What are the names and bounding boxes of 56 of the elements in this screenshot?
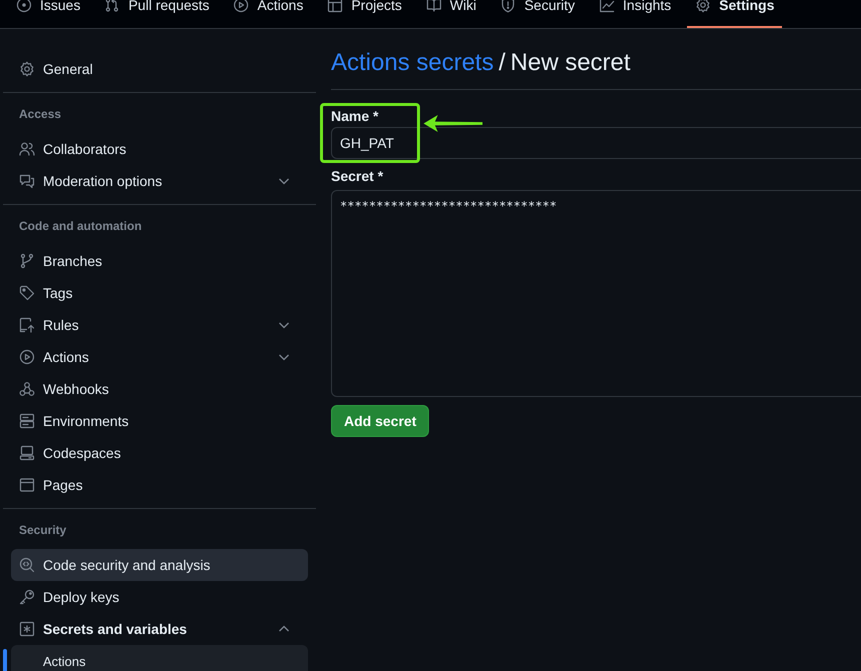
- nav-tab[interactable]: Insights: [590, 0, 680, 28]
- server-icon: [19, 413, 35, 429]
- key-icon: [19, 589, 35, 605]
- rules-icon: [19, 317, 35, 333]
- browser-icon: [19, 477, 35, 493]
- section-heading: Access: [18, 106, 62, 123]
- people-icon: [19, 141, 35, 157]
- nav-tab[interactable]: Wiki: [418, 0, 484, 28]
- gear-icon: [19, 61, 35, 77]
- sidebar-item[interactable]: Collaborators: [11, 133, 308, 165]
- sidebar-item[interactable]: Actions: [11, 341, 308, 373]
- section-heading: Security: [18, 522, 68, 539]
- table-icon: [327, 0, 344, 13]
- breadcrumb-link[interactable]: Actions secrets: [331, 45, 494, 81]
- sidebar-item[interactable]: Deploy keys: [11, 581, 308, 613]
- nav-tab[interactable]: Security: [492, 0, 583, 28]
- nav-tab[interactable]: Issues: [8, 0, 88, 28]
- comment-icon: [19, 173, 35, 189]
- sidebar-item[interactable]: Branches: [11, 245, 308, 277]
- codespaces-icon: [19, 445, 35, 461]
- sidebar-item[interactable]: Pages: [11, 469, 308, 501]
- section-heading: Code and automation: [18, 218, 143, 235]
- secret-field[interactable]: ******************************: [331, 190, 861, 397]
- page-title: New secret: [510, 48, 630, 78]
- shield-icon: [500, 0, 516, 13]
- sidebar-item[interactable]: Tags: [11, 277, 308, 309]
- sidebar-item[interactable]: General: [11, 53, 308, 85]
- nav-tab[interactable]: Projects: [319, 0, 410, 28]
- graph-icon: [598, 0, 615, 13]
- sidebar-item[interactable]: Code security and analysis: [11, 549, 308, 581]
- asterisk-icon: [19, 621, 35, 637]
- branch-icon: [19, 253, 35, 269]
- field-label: Name *: [331, 108, 378, 124]
- nav-tab[interactable]: Actions: [225, 0, 312, 28]
- nav-tab[interactable]: Pull requests: [96, 0, 218, 28]
- sidebar-item[interactable]: Moderation options: [11, 165, 308, 197]
- sidebar-item[interactable]: Secrets and variables: [11, 613, 308, 645]
- nav-tab[interactable]: Settings: [687, 0, 782, 28]
- gear-icon: [695, 0, 712, 13]
- field-label: Secret *: [331, 168, 384, 184]
- issue-icon: [16, 0, 32, 13]
- sidebar-item[interactable]: Environments: [11, 405, 308, 437]
- tag-icon: [19, 285, 35, 301]
- add-secret-button[interactable]: Add secret: [331, 405, 430, 437]
- codescan-icon: [19, 557, 35, 573]
- breadcrumb-separator: /: [498, 48, 506, 78]
- webhook-icon: [19, 381, 35, 397]
- sidebar-subitem[interactable]: Actions: [11, 645, 308, 671]
- book-icon: [426, 0, 442, 13]
- name-field[interactable]: GH_PAT: [331, 127, 861, 159]
- pull-icon: [104, 0, 120, 13]
- play-icon: [233, 0, 250, 13]
- play-icon: [19, 349, 35, 365]
- sidebar-item[interactable]: Codespaces: [11, 437, 308, 469]
- sidebar-item[interactable]: Rules: [11, 309, 308, 341]
- sidebar-item[interactable]: Webhooks: [11, 373, 308, 405]
